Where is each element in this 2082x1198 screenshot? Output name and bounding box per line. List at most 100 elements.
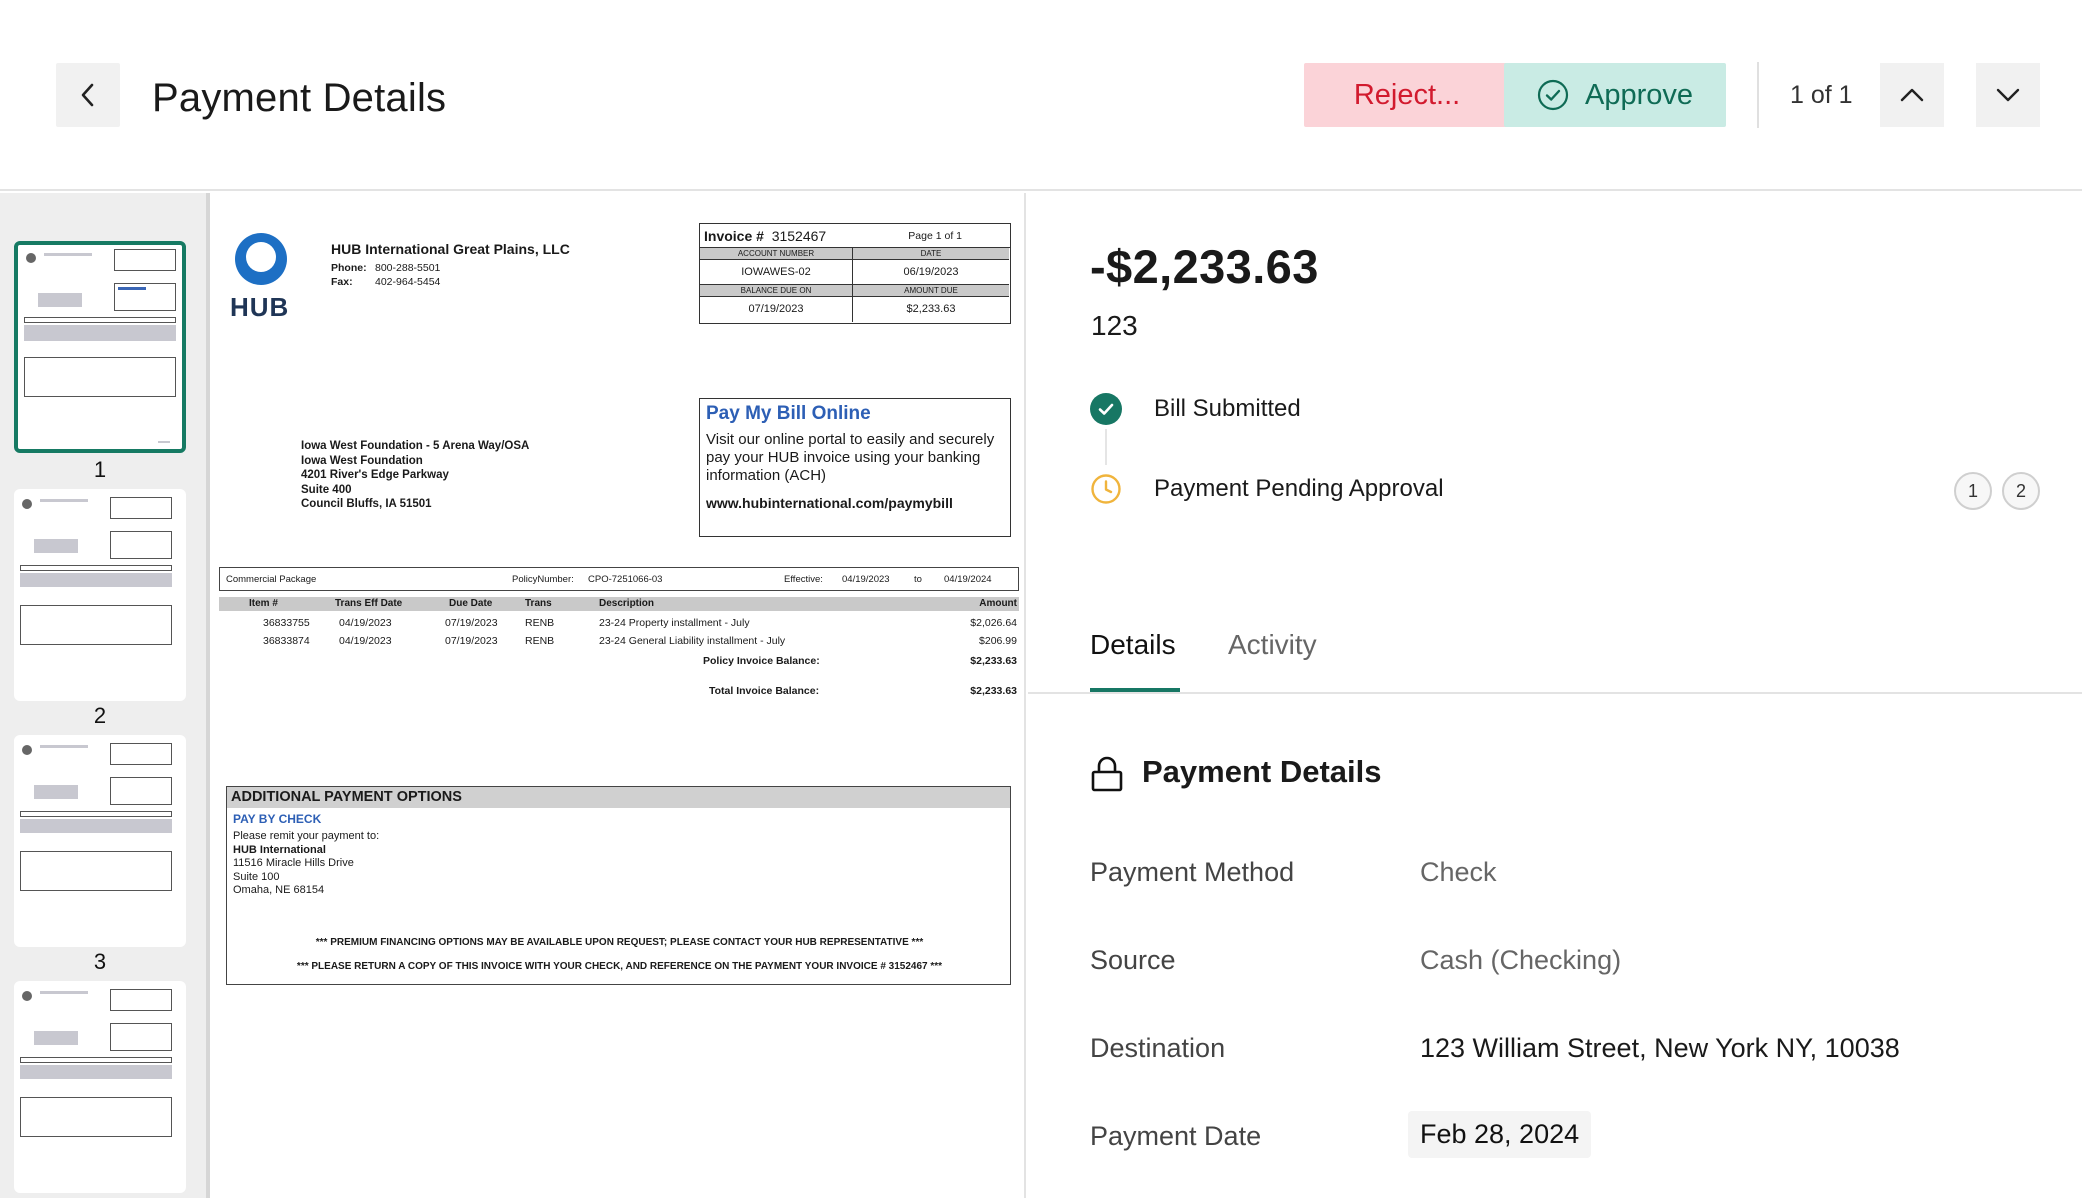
check-circle-filled-icon bbox=[1090, 393, 1122, 425]
item-due: 07/19/2023 bbox=[445, 617, 498, 629]
bill-to-line: Iowa West Foundation - 5 Arena Way/OSA bbox=[301, 440, 530, 452]
field-value-payment-date[interactable]: Feb 28, 2024 bbox=[1408, 1111, 1592, 1158]
approver-avatar[interactable]: 2 bbox=[2002, 472, 2040, 510]
page-thumbnail-3[interactable] bbox=[14, 735, 186, 947]
financing-note: *** PREMIUM FINANCING OPTIONS MAY BE AVA… bbox=[315, 937, 924, 948]
phone-label: Phone: bbox=[331, 262, 367, 274]
total-balance-value: $2,233.63 bbox=[970, 685, 1017, 697]
policy-balance-row: Policy Invoice Balance: $2,233.63 bbox=[219, 655, 1019, 671]
field-value-payment-method[interactable]: Check bbox=[1420, 857, 1497, 888]
item-description: 23-24 General Liability installment - Ju… bbox=[599, 635, 786, 647]
thumb-box bbox=[110, 1023, 172, 1051]
item-number: 36833755 bbox=[263, 617, 310, 629]
header-divider bbox=[1757, 62, 1759, 128]
page-thumbnail-4[interactable] bbox=[14, 981, 186, 1193]
line-item-row: 36833755 04/19/2023 07/19/2023 RENB 23-2… bbox=[219, 617, 1019, 633]
invoice-document-viewer[interactable]: HUB HUB International Great Plains, LLC … bbox=[214, 193, 1026, 1198]
total-balance-label: Total Invoice Balance: bbox=[709, 685, 820, 697]
pay-by-check-heading: PAY BY CHECK bbox=[233, 812, 322, 826]
back-button[interactable] bbox=[56, 63, 120, 127]
timeline-step-submitted: Bill Submitted bbox=[1154, 395, 1301, 422]
vendor-name: HUB International Great Plains, LLC bbox=[331, 241, 570, 257]
account-number-value: IOWAWES-02 bbox=[700, 260, 853, 285]
pay-online-box: Pay My Bill Online Visit our online port… bbox=[699, 398, 1011, 537]
total-balance-row: Total Invoice Balance: $2,233.63 bbox=[219, 685, 1019, 701]
bill-to-line: Suite 400 bbox=[301, 483, 352, 496]
thumb-box bbox=[20, 1057, 172, 1063]
page-thumbnail-number: 2 bbox=[93, 703, 107, 728]
effective-to-label: to bbox=[914, 574, 922, 585]
page-thumbnail-1[interactable] bbox=[14, 241, 186, 453]
chevron-up-icon bbox=[1900, 88, 1924, 102]
thumb-block bbox=[34, 785, 78, 799]
thumb-box bbox=[114, 249, 176, 271]
hub-logo: HUB bbox=[230, 229, 300, 322]
previous-button[interactable] bbox=[1880, 63, 1944, 127]
thumb-logo bbox=[26, 253, 36, 263]
thumb-line bbox=[40, 745, 88, 748]
reject-button[interactable]: Reject... bbox=[1304, 63, 1510, 127]
header-bar: Payment Details Reject... Approve 1 of 1 bbox=[0, 0, 2082, 191]
amount-due-header: AMOUNT DUE bbox=[853, 285, 1009, 297]
lock-icon bbox=[1091, 756, 1123, 792]
invoice-number: Invoice # 3152467 bbox=[704, 227, 827, 244]
invoice-page: Page 1 of 1 bbox=[908, 229, 962, 242]
timeline-step-pending: Payment Pending Approval bbox=[1154, 475, 1444, 502]
clock-icon bbox=[1091, 474, 1121, 504]
item-amount: $206.99 bbox=[979, 635, 1017, 647]
balance-due-value: 07/19/2023 bbox=[700, 297, 853, 322]
thumb-logo bbox=[22, 499, 32, 509]
item-due: 07/19/2023 bbox=[445, 635, 498, 647]
tab-details[interactable]: Details bbox=[1090, 629, 1176, 661]
balance-due-header: BALANCE DUE ON bbox=[700, 285, 853, 297]
field-label-source: Source bbox=[1090, 945, 1176, 975]
chevron-left-icon bbox=[81, 83, 94, 107]
remit-line: 11516 Miracle Hills Drive bbox=[233, 857, 354, 869]
thumb-line bbox=[118, 287, 146, 290]
vendor-contact: Phone: 800-288-5501 Fax: 402-964-5454 bbox=[331, 261, 440, 289]
remit-address: Please remit your payment to: HUB Intern… bbox=[227, 830, 1010, 898]
thumb-box bbox=[110, 743, 172, 765]
page-thumbnail-2[interactable] bbox=[14, 489, 186, 701]
thumb-box bbox=[24, 357, 176, 397]
effective-label: Effective: bbox=[784, 574, 823, 585]
thumb-block bbox=[20, 573, 172, 587]
remit-line: Suite 100 bbox=[233, 870, 280, 883]
col-amount: Amount bbox=[979, 598, 1017, 609]
field-value-destination[interactable]: 123 William Street, New York NY, 10038 bbox=[1420, 1033, 1900, 1064]
thumb-logo bbox=[22, 745, 32, 755]
item-trans-eff: 04/19/2023 bbox=[339, 617, 392, 629]
next-button[interactable] bbox=[1976, 63, 2040, 127]
thumb-block bbox=[20, 1065, 172, 1079]
item-trans-eff: 04/19/2023 bbox=[339, 635, 392, 647]
pay-online-body: Visit our online portal to easily and se… bbox=[706, 431, 995, 484]
payment-reference: 123 bbox=[1091, 310, 1138, 341]
policy-number-label: PolicyNumber: bbox=[512, 574, 574, 585]
approve-button[interactable]: Approve bbox=[1504, 63, 1726, 127]
bill-to-line: Council Bluffs, IA 51501 bbox=[301, 498, 432, 510]
account-number-header: ACCOUNT NUMBER bbox=[700, 248, 853, 260]
return-copy-note: *** PLEASE RETURN A COPY OF THIS INVOICE… bbox=[296, 961, 943, 972]
remit-line: Omaha, NE 68154 bbox=[233, 884, 325, 896]
col-item: Item # bbox=[249, 598, 278, 609]
col-description: Description bbox=[599, 598, 655, 609]
hub-logo-mark bbox=[235, 233, 287, 285]
policy-package: Commercial Package bbox=[226, 574, 317, 585]
pay-online-url[interactable]: www.hubinternational.com/paymybill bbox=[706, 495, 1004, 511]
timeline-connector bbox=[1105, 429, 1107, 465]
field-label-destination: Destination bbox=[1090, 1033, 1226, 1063]
policy-balance-label: Policy Invoice Balance: bbox=[703, 655, 820, 667]
item-number: 36833874 bbox=[263, 635, 310, 647]
field-value-source[interactable]: Cash (Checking) bbox=[1420, 945, 1621, 976]
additional-payment-options: ADDITIONAL PAYMENT OPTIONS PAY BY CHECK … bbox=[226, 786, 1011, 985]
field-label-payment-date: Payment Date bbox=[1090, 1121, 1262, 1151]
thumb-box bbox=[110, 531, 172, 559]
item-trans: RENB bbox=[525, 617, 555, 629]
page-thumbnail-rail[interactable]: 1 2 3 bbox=[0, 193, 210, 1198]
bill-to-address: Iowa West Foundation - 5 Arena Way/OSA I… bbox=[301, 439, 529, 512]
tab-activity[interactable]: Activity bbox=[1228, 629, 1317, 661]
approver-avatar[interactable]: 1 bbox=[1954, 472, 1992, 510]
policy-balance-value: $2,233.63 bbox=[970, 655, 1017, 667]
thumb-box bbox=[20, 811, 172, 817]
pager-count: 1 of 1 bbox=[1790, 81, 1853, 109]
